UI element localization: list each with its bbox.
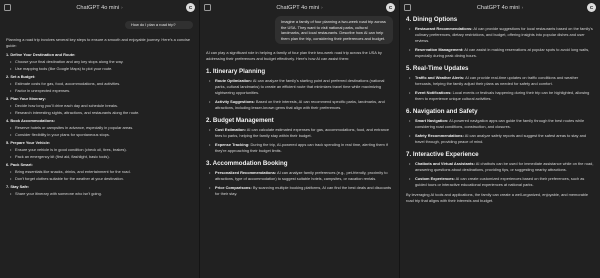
user-message: How do I plan a road trip? [125, 21, 193, 29]
closing-paragraph: By leveraging AI tools and applications,… [406, 192, 589, 203]
assistant-message: Planning a road trip involves several ke… [0, 37, 199, 197]
step-bullet: Ensure your vehicle is in good condition… [6, 147, 193, 153]
model-selector[interactable]: ChatGPT 4o mini [76, 5, 119, 11]
bullet-label: Traffic and Weather Alerts: [415, 75, 465, 80]
avatar[interactable]: C [587, 3, 596, 12]
step-title: 7. Stay Safe: [6, 183, 30, 189]
bullet-label: Safety Recommendations: [415, 133, 464, 138]
bullet-label: Expense Tracking: [215, 142, 250, 148]
bullet-label: Chatbots and Virtual Assistants: [415, 161, 475, 166]
step-bullet: Choose your final destination and any ke… [6, 59, 193, 65]
sidebar-toggle-icon[interactable] [4, 4, 11, 11]
step-title: 4. Book Accommodations: [6, 117, 55, 123]
step-bullet: Share your itinerary with someone who is… [6, 191, 193, 197]
bullet-item: Event Notifications: Local events or fes… [406, 90, 594, 102]
step-bullet: Reserve hotels or campsites in advance, … [6, 125, 193, 131]
section-heading: 6. Navigation and Safety [406, 108, 478, 115]
bullet-item: Reservation Management: AI can assist in… [406, 47, 594, 59]
model-selector[interactable]: ChatGPT 4o mini [477, 5, 520, 11]
step-title: 2. Set a Budget: [6, 73, 36, 79]
chat-header: ChatGPT 4o mini › C [200, 0, 399, 15]
sidebar-toggle-icon[interactable] [204, 4, 211, 11]
chevron-right-icon: › [121, 5, 123, 10]
step-item: 3. Plan Your Itinerary: Decide how long y… [6, 96, 193, 116]
step-title: 6. Pack Smart: [6, 161, 33, 167]
step-bullet: Bring essentials like snacks, drinks, an… [6, 169, 193, 175]
bullet-label: Smart Navigation: [415, 118, 449, 123]
section-heading: 3. Accommodation Booking [206, 160, 288, 168]
message-intro: Planning a road trip involves several ke… [6, 36, 191, 48]
step-title: 5. Prepare Your Vehicle: [6, 139, 51, 145]
step-item: 6. Pack Smart: Bring essentials like snac… [6, 162, 193, 182]
step-item: 7. Stay Safe: Share your itinerary with s… [6, 184, 193, 197]
chat-panel-1: ChatGPT 4o mini › C How do I plan a road… [0, 0, 200, 278]
assistant-message: AI can play a significant role in helpin… [200, 50, 399, 197]
chevron-right-icon: › [321, 5, 323, 10]
bullet-item: Personalized Recommendations: AI can ana… [206, 170, 393, 182]
bullet-label: Cost Estimation: [215, 127, 246, 133]
section-heading: 2. Budget Management [206, 117, 274, 125]
step-bullet: Use mapping tools (like Google Maps) to … [6, 66, 193, 72]
section-heading: 4. Dining Options [406, 16, 458, 23]
bullet-label: Activity Suggestions: [215, 99, 255, 105]
section-heading: 7. Interactive Experience [406, 151, 479, 158]
chat-header: ChatGPT 4o mini › C [400, 0, 600, 15]
section-heading: 1. Itinerary Planning [206, 68, 266, 76]
bullet-item: Route Optimization: AI can analyze the f… [206, 78, 393, 96]
message-intro: AI can play a significant role in helpin… [206, 50, 382, 62]
bullet-item: Activity Suggestions: Based on their int… [206, 99, 393, 111]
bullet-label: Price Comparisons: [215, 185, 252, 191]
bullet-item: Traffic and Weather Alerts: AI can provi… [406, 75, 594, 87]
model-selector[interactable]: ChatGPT 4o mini [276, 5, 319, 11]
bullet-item: Custom Experiences: AI can create custom… [406, 176, 594, 188]
bullet-label: Event Notifications: [415, 90, 452, 95]
step-item: 1. Define Your Destination and Route: Cho… [6, 52, 193, 72]
step-bullet: Estimate costs for gas, food, accommodat… [6, 81, 193, 87]
section-heading: 5. Real-Time Updates [406, 65, 469, 72]
bullet-item: Price Comparisons: By scanning multiple … [206, 185, 393, 197]
step-title: 1. Define Your Destination and Route: [6, 51, 76, 57]
step-item: 4. Book Accommodations: Reserve hotels or… [6, 118, 193, 138]
chat-header: ChatGPT 4o mini › C [0, 0, 199, 15]
chat-panel-2: ChatGPT 4o mini › C Imagine a family of … [200, 0, 400, 278]
bullet-label: Reservation Management: [415, 47, 464, 52]
bullet-item: Safety Recommendations: AI can analyze s… [406, 133, 594, 145]
bullet-item: Restaurant Recommendations: AI can provi… [406, 26, 594, 44]
bullet-label: Custom Experiences: [415, 176, 455, 181]
step-item: 5. Prepare Your Vehicle: Ensure your vehi… [6, 140, 193, 160]
bullet-item: Smart Navigation: AI-powered navigation … [406, 118, 594, 130]
bullet-item: Chatbots and Virtual Assistants: AI chat… [406, 161, 594, 173]
step-bullet: Factor in unexpected expenses. [6, 88, 193, 94]
user-message: Imagine a family of four planning a two-… [275, 16, 393, 45]
bullet-item: Cost Estimation: AI can calculate estima… [206, 127, 393, 139]
bullet-item: Expense Tracking: During the trip, AI-po… [206, 142, 393, 154]
avatar[interactable]: C [386, 3, 395, 12]
step-item: 2. Set a Budget: Estimate costs for gas, … [6, 74, 193, 94]
step-bullet: Research interesting sights, attractions… [6, 110, 193, 116]
bullet-label: Route Optimization: [215, 78, 252, 84]
sidebar-toggle-icon[interactable] [404, 4, 411, 11]
step-bullet: Decide how long you'll drive each day an… [6, 103, 193, 109]
step-bullet: Consider flexibility in your plans for s… [6, 132, 193, 138]
bullet-label: Restaurant Recommendations: [415, 26, 473, 31]
step-bullet: Don't forget clothes suitable for the we… [6, 176, 193, 182]
step-title: 3. Plan Your Itinerary: [6, 95, 46, 101]
chevron-right-icon: › [521, 5, 524, 10]
assistant-message: 4. Dining Options Restaurant Recommendati… [400, 16, 600, 204]
step-bullet: Pack an emergency kit (first aid, flashl… [6, 154, 193, 160]
avatar[interactable]: C [186, 3, 195, 12]
chat-panel-3: ChatGPT 4o mini › C 4. Dining Options Res… [400, 0, 600, 278]
bullet-label: Personalized Recommendations: [215, 170, 277, 176]
